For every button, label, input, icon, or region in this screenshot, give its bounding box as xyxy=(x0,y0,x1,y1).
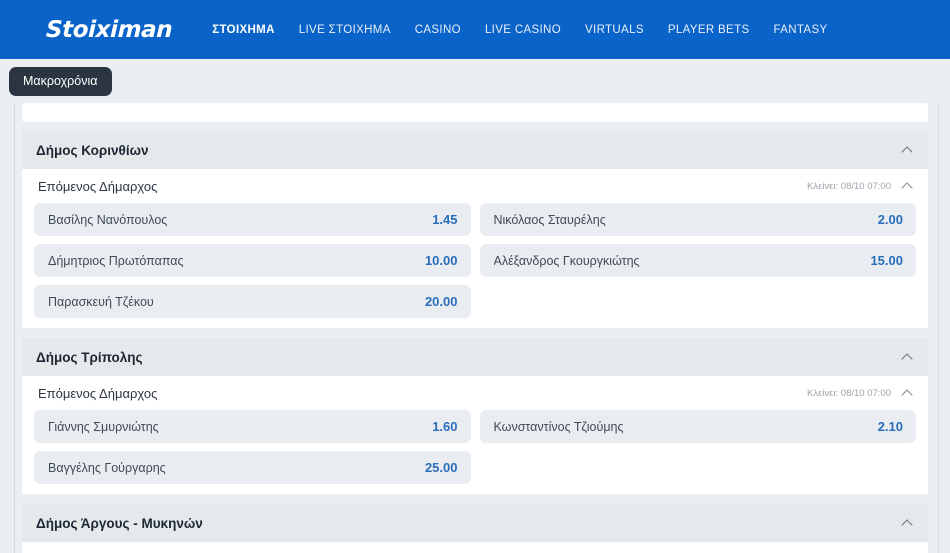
filter-chip-bar: Μακροχρόνια xyxy=(0,59,950,103)
outcome-odds: 10.00 xyxy=(424,253,458,268)
chevron-up-icon[interactable] xyxy=(902,180,914,192)
nav-item-5[interactable]: PLAYER BETS xyxy=(656,24,762,36)
market-closing-time: Κλείνει: 08/10 07:00 xyxy=(807,180,891,192)
card-spacer xyxy=(14,494,936,504)
content-scroll-area[interactable]: Δήμος Κορινθίων Επόμενος Δήμαρχος Κλείνει:… xyxy=(0,103,950,553)
outcome-odds: 1.45 xyxy=(432,212,458,227)
outcome-name: Παρασκευή Τζέκου xyxy=(48,294,154,309)
nav-item-3[interactable]: LIVE CASINO xyxy=(473,24,573,36)
top-navigation-bar: Stoiximan ΣΤΟΙΧΗΜΑ LIVE ΣΤΟΙΧΗΜΑ CASINO LIV… xyxy=(0,0,950,59)
event-card-title: Δήμος Τρίπολης xyxy=(36,349,143,365)
outcome-odds: 20.00 xyxy=(424,294,458,309)
outcome-button[interactable]: Νικόλαος Σταυρέλης 2.00 xyxy=(479,203,916,236)
main-nav-links: ΣΤΟΙΧΗΜΑ LIVE ΣΤΟΙΧΗΜΑ CASINO LIVE CASINO VI… xyxy=(200,24,839,36)
sections-container: Δήμος Κορινθίων Επόμενος Δήμαρχος Κλείνει:… xyxy=(14,103,936,553)
event-card-title: Δήμος Άργους - Μυκηνών xyxy=(36,515,203,531)
outcome-button[interactable]: Παρασκευή Τζέκου 20.00 xyxy=(34,285,471,318)
market-header-right: Κλείνει: 08/10 07:00 xyxy=(807,387,914,399)
market-panel: Επόμενος Δήμαρχος Κλείνει: 08/10 07:00 Γιά… xyxy=(22,376,928,494)
event-card: Δήμος Άργους - Μυκηνών Επόμενος ΔήμαρχοςΚ… xyxy=(22,504,928,553)
market-header[interactable]: Επόμενος Δήμαρχος Κλείνει: 08/10 07:00 xyxy=(32,169,918,203)
outcome-name: Βασίλης Νανόπουλος xyxy=(48,212,168,227)
outcome-name: Νικόλαος Σταυρέλης xyxy=(493,212,606,227)
market-header-right: Κλείνει: 08/10 07:00 xyxy=(807,180,914,192)
market-header[interactable]: Επόμενος ΔήμαρχοςΚλείνει: 08/10 07:00 xyxy=(32,542,918,553)
market-title: Επόμενος Δήμαρχος xyxy=(38,178,158,194)
outcome-button[interactable]: Βασίλης Νανόπουλος 1.45 xyxy=(34,203,471,236)
outcome-name: Γιάννης Σμυρνιώτης xyxy=(48,419,159,434)
outcome-name: Αλέξανδρος Γκουργκιώτης xyxy=(493,253,640,268)
chevron-up-icon[interactable] xyxy=(902,387,914,399)
outcome-placeholder xyxy=(480,285,917,318)
chevron-up-icon[interactable] xyxy=(902,517,914,529)
market-closing-time: Κλείνει: 08/10 07:00 xyxy=(807,387,891,399)
event-card-header[interactable]: Δήμος Άργους - Μυκηνών xyxy=(22,504,928,542)
card-spacer xyxy=(14,328,936,338)
market-header[interactable]: Επόμενος Δήμαρχος Κλείνει: 08/10 07:00 xyxy=(32,376,918,410)
outcome-name: Κωνσταντίνος Τζιούμης xyxy=(493,419,624,434)
nav-item-6[interactable]: FANTASY xyxy=(761,24,839,36)
chevron-up-icon[interactable] xyxy=(902,351,914,363)
market-panel: Επόμενος Δήμαρχος Κλείνει: 08/10 07:00 Βασ… xyxy=(22,169,928,328)
outcome-button[interactable]: Γιάννης Σμυρνιώτης 1.60 xyxy=(34,410,471,443)
event-card: Δήμος Κορινθίων Επόμενος Δήμαρχος Κλείνει:… xyxy=(22,131,928,328)
nav-item-2[interactable]: CASINO xyxy=(403,24,473,36)
outcome-odds: 25.00 xyxy=(424,460,458,475)
market-title: Επόμενος Δήμαρχος xyxy=(38,385,158,401)
event-card-header[interactable]: Δήμος Τρίπολης xyxy=(22,338,928,376)
outcome-name: Δήμητριος Πρωτόπαπας xyxy=(48,253,184,268)
outcome-odds: 1.60 xyxy=(432,419,458,434)
outcome-button[interactable]: Δήμητριος Πρωτόπαπας 10.00 xyxy=(34,244,471,277)
outcome-odds: 15.00 xyxy=(870,253,903,268)
nav-item-4[interactable]: VIRTUALS xyxy=(573,24,656,36)
outcome-name: Βαγγέλης Γούργαρης xyxy=(48,460,166,475)
outcomes-grid: Βασίλης Νανόπουλος 1.45 Νικόλαος Σταυρέλης… xyxy=(32,203,918,318)
chevron-up-icon[interactable] xyxy=(902,144,914,156)
nav-item-1[interactable]: LIVE ΣΤΟΙΧΗΜΑ xyxy=(287,24,403,36)
outcome-button[interactable]: Αλέξανδρος Γκουργκιώτης 15.00 xyxy=(479,244,916,277)
event-card-header[interactable]: Δήμος Κορινθίων xyxy=(22,131,928,169)
column-rule-right xyxy=(938,103,939,553)
outcome-odds: 2.10 xyxy=(877,419,903,434)
outcome-button[interactable]: Βαγγέλης Γούργαρης 25.00 xyxy=(34,451,471,484)
page-root: Stoiximan ΣΤΟΙΧΗΜΑ LIVE ΣΤΟΙΧΗΜΑ CASINO LIV… xyxy=(0,0,950,553)
market-panel: Επόμενος ΔήμαρχοςΚλείνει: 08/10 07:00 xyxy=(22,542,928,553)
chip-makroxronia[interactable]: Μακροχρόνια xyxy=(9,67,112,96)
nav-item-0[interactable]: ΣΤΟΙΧΗΜΑ xyxy=(200,24,287,36)
event-card-title: Δήμος Κορινθίων xyxy=(36,142,149,158)
outcomes-grid: Γιάννης Σμυρνιώτης 1.60 Κωνσταντίνος Τζιού… xyxy=(32,410,918,484)
partial-card-above xyxy=(22,103,928,122)
event-card: Δήμος Τρίπολης Επόμενος Δήμαρχος Κλείνει: … xyxy=(22,338,928,494)
outcome-placeholder xyxy=(480,451,917,484)
outcome-odds: 2.00 xyxy=(877,212,903,227)
stoiximan-logo[interactable]: Stoiximan xyxy=(46,17,173,43)
outcome-button[interactable]: Κωνσταντίνος Τζιούμης 2.10 xyxy=(479,410,916,443)
